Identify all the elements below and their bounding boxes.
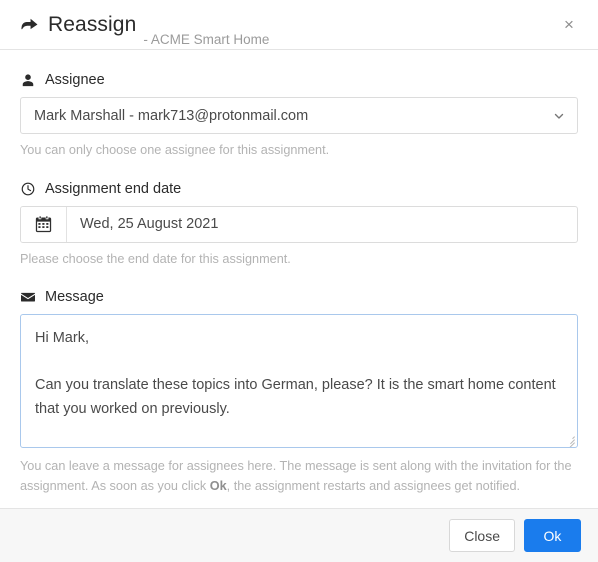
dialog-footer: Close Ok: [0, 508, 598, 562]
assignee-label: Assignee: [45, 72, 105, 88]
close-button[interactable]: Close: [449, 519, 515, 552]
dialog-subtitle: - ACME Smart Home: [143, 32, 270, 47]
end-date-input-group[interactable]: Wed, 25 August 2021: [20, 205, 578, 243]
dialog-header: Reassign - ACME Smart Home ×: [0, 0, 598, 50]
clock-icon: [20, 181, 36, 197]
assignee-select-value: Mark Marshall - mark713@protonmail.com: [34, 107, 309, 124]
ok-button[interactable]: Ok: [524, 519, 581, 552]
resize-handle-icon[interactable]: [563, 433, 575, 448]
end-date-value[interactable]: Wed, 25 August 2021: [67, 207, 577, 242]
message-textarea[interactable]: Hi Mark, Can you translate these topics …: [20, 314, 578, 449]
dialog-body: Assignee Mark Marshall - mark713@protonm…: [0, 50, 598, 508]
assignee-field-group: Assignee Mark Marshall - mark713@protonm…: [20, 72, 578, 161]
end-date-field-group: Assignment end date Wed, 25 August 2021 …: [20, 181, 578, 270]
message-label-row: Message: [20, 289, 578, 305]
close-icon[interactable]: ×: [558, 14, 580, 36]
calendar-icon[interactable]: [21, 206, 67, 242]
dialog-title: Reassign: [48, 12, 137, 36]
message-helper-part2: , the assignment restarts and assignees …: [226, 479, 521, 494]
end-date-label-row: Assignment end date: [20, 181, 578, 197]
arrow-forward-icon: [20, 16, 38, 34]
message-helper-bold: Ok: [209, 479, 227, 494]
reassign-dialog: Reassign - ACME Smart Home × Assignee Ma…: [0, 0, 598, 562]
assignee-label-row: Assignee: [20, 72, 578, 88]
chevron-down-icon: [553, 110, 565, 122]
message-textarea-value: Hi Mark, Can you translate these topics …: [35, 330, 556, 417]
end-date-helper-text: Please choose the end date for this assi…: [20, 251, 291, 266]
assignee-helper-text: You can only choose one assignee for thi…: [20, 143, 330, 157]
end-date-label: Assignment end date: [45, 180, 182, 197]
assignee-select[interactable]: Mark Marshall - mark713@protonmail.com: [20, 97, 578, 134]
user-icon: [20, 72, 36, 88]
message-helper-text: You can leave a message for assignees he…: [20, 457, 578, 496]
message-label: Message: [45, 289, 104, 306]
message-field-group: Message Hi Mark, Can you translate these…: [20, 289, 578, 496]
envelope-icon: [20, 289, 36, 305]
